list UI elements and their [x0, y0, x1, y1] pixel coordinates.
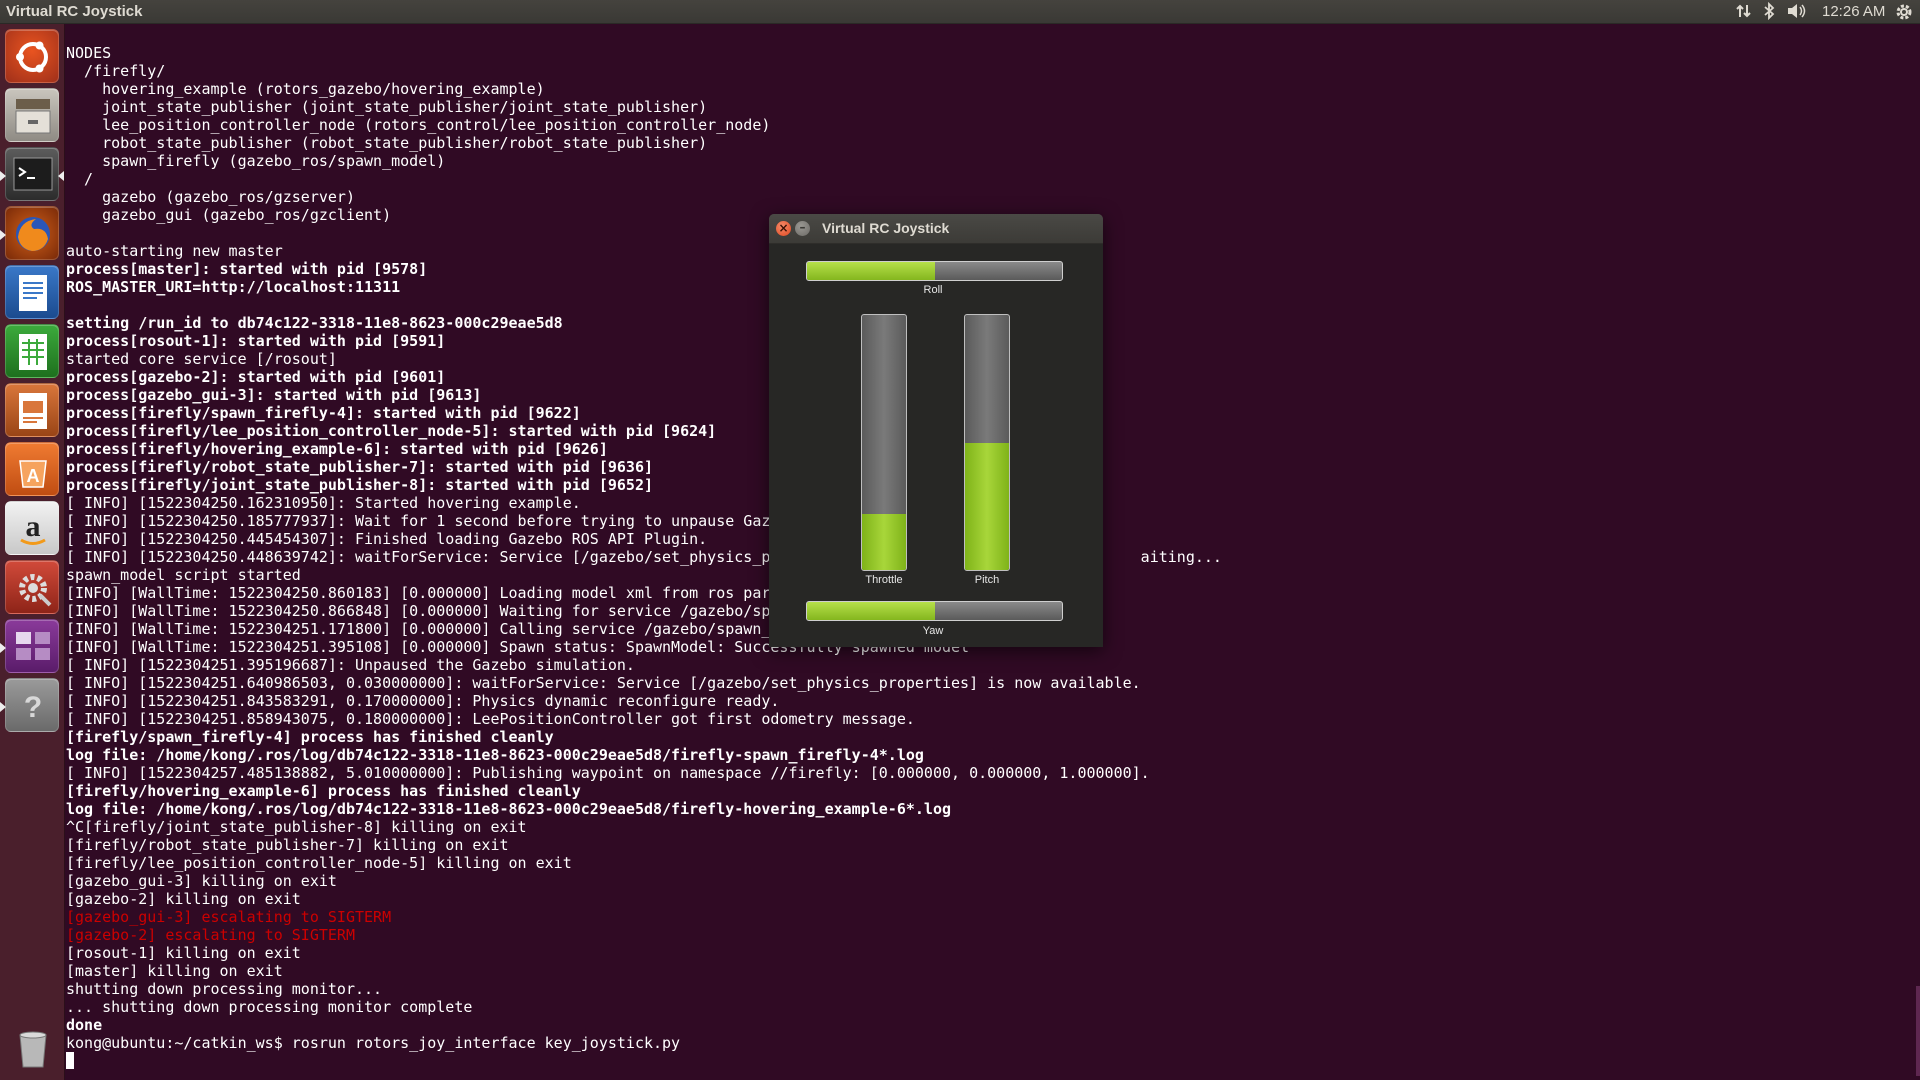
- text-cursor: [66, 1052, 74, 1069]
- bluetooth-icon[interactable]: [1762, 2, 1776, 20]
- throttle-label: Throttle: [865, 574, 903, 586]
- terminal-icon[interactable]: [5, 147, 59, 201]
- roll-label: Roll: [923, 284, 943, 296]
- terminal-line: [ INFO] [1522304251.640986503, 0.0300000…: [66, 674, 1141, 692]
- yaw-bar[interactable]: [806, 601, 1063, 621]
- file-cabinet-icon[interactable]: [5, 88, 59, 142]
- svg-text:a: a: [26, 510, 41, 543]
- terminal-line: [ INFO] [1522304257.485138882, 5.0100000…: [66, 764, 1150, 782]
- terminal-line: [ INFO] [1522304251.858943075, 0.1800000…: [66, 710, 915, 728]
- terminal-line: spawn_firefly (gazebo_ros/spawn_model): [66, 152, 446, 170]
- terminal-line: [firefly/robot_state_publisher-7] killin…: [66, 836, 509, 854]
- running-indicator: [0, 230, 6, 240]
- close-icon[interactable]: ×: [776, 221, 791, 236]
- pitch-bar[interactable]: [964, 314, 1010, 571]
- yaw-label: Yaw: [922, 625, 944, 637]
- terminal-prompt-line[interactable]: [66, 1052, 1222, 1070]
- terminal-line: [rosout-1] killing on exit: [66, 944, 301, 962]
- impress-icon[interactable]: [5, 383, 59, 437]
- clock[interactable]: 12:26 AM: [1822, 3, 1885, 20]
- terminal-line: ^C[firefly/joint_state_publisher-8] kill…: [66, 818, 527, 836]
- terminal-line: /firefly/: [66, 62, 166, 80]
- terminal-line: hovering_example (rotors_gazebo/hovering…: [66, 80, 545, 98]
- software-center-icon[interactable]: A: [5, 442, 59, 496]
- terminal-line: lee_position_controller_node (rotors_con…: [66, 116, 771, 134]
- firefox-icon[interactable]: [5, 206, 59, 260]
- running-indicator: [0, 643, 6, 653]
- terminal-line: log file: /home/kong/.ros/log/db74c122-3…: [66, 746, 924, 764]
- writer-icon[interactable]: [5, 265, 59, 319]
- terminal-line: [ INFO] [1522304251.843583291, 0.1700000…: [66, 692, 780, 710]
- window-titlebar[interactable]: × – Virtual RC Joystick: [769, 214, 1103, 244]
- gear-icon[interactable]: [1894, 2, 1914, 22]
- ubuntu-logo-icon[interactable]: [5, 29, 59, 83]
- terminal-line: /: [66, 170, 94, 188]
- terminal-line: [gazebo-2] escalating to SIGTERM: [66, 926, 355, 944]
- terminal-line: shutting down processing monitor...: [66, 980, 383, 998]
- throttle-bar-fill: [862, 513, 906, 570]
- terminal-line: [gazebo_gui-3] killing on exit: [66, 872, 337, 890]
- joystick-window: × – Virtual RC Joystick Roll Throttle Pi…: [769, 214, 1103, 647]
- terminal-line: log file: /home/kong/.ros/log/db74c122-3…: [66, 800, 952, 818]
- top-panel: Virtual RC Joystick 12:26 AM: [0, 0, 1920, 24]
- active-window-title: Virtual RC Joystick: [6, 3, 143, 20]
- focused-indicator: [58, 171, 64, 181]
- terminal-line: [ INFO] [1522304251.395196687]: Unpaused…: [66, 656, 635, 674]
- terminal-line: NODES: [66, 44, 112, 62]
- pitch-label: Pitch: [974, 574, 1000, 586]
- settings-icon[interactable]: [5, 560, 59, 614]
- amazon-icon[interactable]: a: [5, 501, 59, 555]
- terminal-line: joint_state_publisher (joint_state_publi…: [66, 98, 708, 116]
- workspace-switcher-icon[interactable]: [5, 619, 59, 673]
- terminal-line: [firefly/lee_position_controller_node-5]…: [66, 854, 572, 872]
- minimize-icon[interactable]: –: [795, 221, 810, 236]
- terminal-line: kong@ubuntu:~/catkin_ws$ rosrun rotors_j…: [66, 1034, 681, 1052]
- svg-text:?: ?: [24, 691, 42, 724]
- terminal-line: [gazebo-2] killing on exit: [66, 890, 301, 908]
- terminal-line: [gazebo_gui-3] escalating to SIGTERM: [66, 908, 392, 926]
- terminal-line: robot_state_publisher (robot_state_publi…: [66, 134, 708, 152]
- terminal-line: done: [66, 1016, 103, 1034]
- running-indicator: [0, 702, 6, 712]
- window-title: Virtual RC Joystick: [822, 220, 950, 236]
- trash-icon[interactable]: [5, 1020, 59, 1074]
- terminal-line: ... shutting down processing monitor com…: [66, 998, 473, 1016]
- terminal-line: [master] killing on exit: [66, 962, 283, 980]
- launcher: A a ?: [0, 24, 65, 1080]
- yaw-bar-fill: [807, 602, 935, 620]
- terminal-line: [firefly/spawn_firefly-4] process has fi…: [66, 728, 554, 746]
- terminal-line: gazebo (gazebo_ros/gzserver): [66, 188, 355, 206]
- running-indicator: [0, 171, 6, 181]
- roll-bar-fill: [807, 262, 935, 280]
- terminal-line: [firefly/hovering_example-6] process has…: [66, 782, 581, 800]
- pitch-bar-fill: [965, 442, 1009, 570]
- volume-icon[interactable]: [1786, 2, 1808, 20]
- scrollbar[interactable]: [1916, 986, 1920, 1076]
- svg-text:A: A: [27, 466, 40, 486]
- throttle-bar[interactable]: [861, 314, 907, 571]
- calc-icon[interactable]: [5, 324, 59, 378]
- roll-bar[interactable]: [806, 261, 1063, 281]
- joystick-panel: Roll Throttle Pitch Yaw: [769, 244, 1103, 647]
- network-arrows-icon[interactable]: [1735, 2, 1753, 20]
- help-icon[interactable]: ?: [5, 678, 59, 732]
